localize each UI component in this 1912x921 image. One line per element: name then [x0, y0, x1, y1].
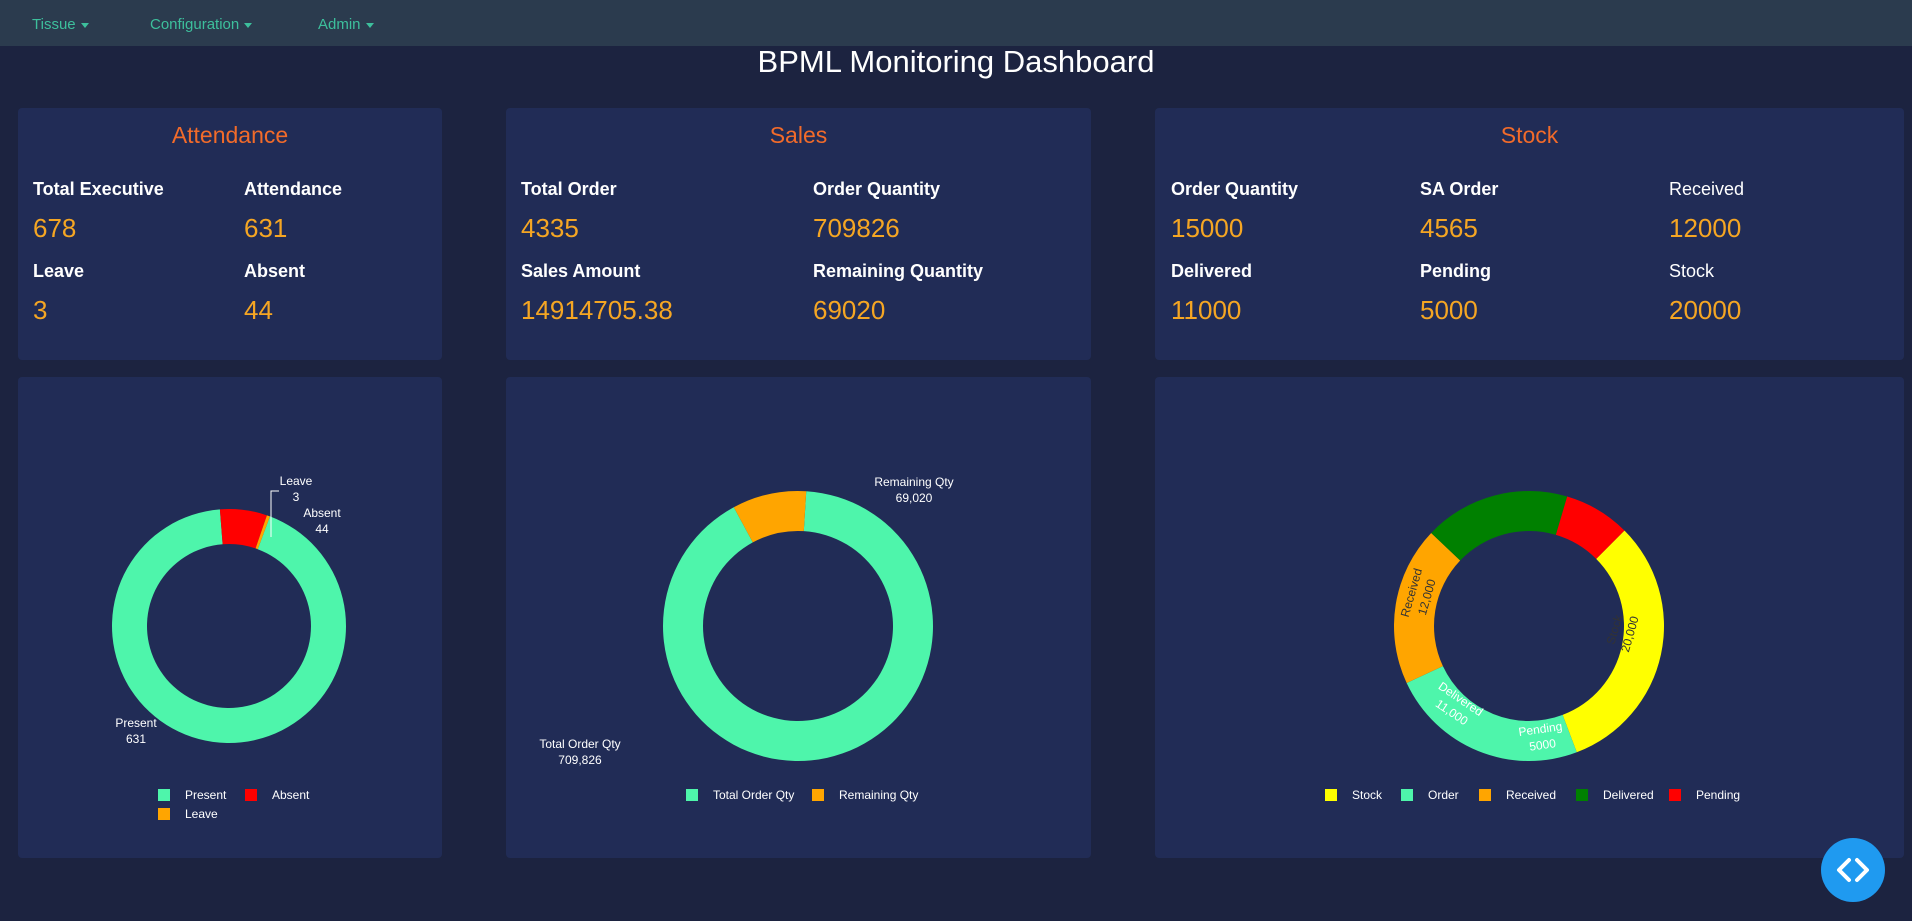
code-icon [1837, 858, 1869, 882]
slice-value-label: 631 [126, 732, 146, 746]
legend-item[interactable]: Received [1479, 788, 1556, 802]
stat-label: Remaining Quantity [813, 261, 984, 281]
slice-value-label: 44 [315, 522, 329, 536]
legend-label: Delivered [1603, 788, 1654, 802]
attendance-chart-card: Present 631 Absent 44 Leave 3 Present Absent Lea… [18, 377, 442, 858]
stat-value: 3 [33, 295, 48, 325]
stat-value: 15000 [1171, 213, 1244, 243]
stat-value: 709826 [813, 213, 900, 243]
legend-swatch [158, 789, 170, 801]
stat-value: 4565 [1420, 213, 1478, 243]
slice-delivered[interactable] [1431, 491, 1568, 561]
stat-label: Attendance [244, 179, 343, 199]
legend-swatch [1479, 789, 1491, 801]
legend-label: Present [185, 788, 227, 802]
legend-swatch [686, 789, 698, 801]
stat-value: 14914705.38 [521, 295, 673, 325]
stat-value: 4335 [521, 213, 579, 243]
nav-item-label: Tissue [32, 16, 76, 33]
slice-present[interactable] [112, 509, 347, 743]
nav-item-tissue[interactable]: Tissue [32, 16, 89, 33]
sales-chart-card: Total Order Qty 709,826 Remaining Qty 69,02… [506, 377, 1091, 858]
slice-value-label: 69,020 [896, 491, 933, 505]
slice-value-label: 709,826 [558, 753, 602, 767]
attendance-title: Attendance [171, 122, 289, 148]
nav-item-label: Configuration [150, 16, 240, 33]
stat-label: Order Quantity [1171, 179, 1299, 199]
code-toggle-button[interactable] [1821, 838, 1885, 902]
top-navbar: Tissue Configuration Admin [0, 0, 1912, 46]
slice-total-order-qty[interactable] [663, 491, 934, 761]
stat-label: Delivered [1171, 261, 1253, 281]
stat-label: Leave [33, 261, 85, 281]
legend-swatch [245, 789, 257, 801]
slice-value-label: 3 [293, 490, 300, 504]
legend-label: Remaining Qty [839, 788, 918, 802]
legend-item[interactable]: Total Order Qty [686, 788, 794, 802]
slice-label: Remaining Qty [874, 475, 953, 489]
stat-value: 69020 [813, 295, 886, 325]
stat-label: Total Order [521, 179, 617, 199]
stat-value: 678 [33, 213, 77, 243]
legend-item[interactable]: Absent [245, 788, 310, 802]
legend-item[interactable]: Stock [1325, 788, 1383, 802]
stat-value: 5000 [1420, 295, 1478, 325]
page-title: BPML Monitoring Dashboard [757, 44, 1155, 79]
legend-item[interactable]: Remaining Qty [812, 788, 918, 802]
stock-title: Stock [1500, 122, 1559, 148]
legend-swatch [1576, 789, 1588, 801]
legend-item[interactable]: Delivered [1576, 788, 1654, 802]
stat-label: SA Order [1420, 179, 1499, 199]
legend-item[interactable]: Present [158, 788, 227, 802]
slice-label: Absent [303, 506, 341, 520]
legend-label: Absent [272, 788, 310, 802]
stat-label: Total Executive [33, 179, 164, 199]
stat-value: 631 [244, 213, 288, 243]
nav-item-label: Admin [318, 16, 361, 33]
legend-label: Total Order Qty [713, 788, 794, 802]
stat-label: Received [1669, 179, 1745, 199]
stat-value: 44 [244, 295, 273, 325]
stock-donut-chart: Stock20,000Order15,000Received12,000Deli… [1325, 491, 1740, 802]
caret-down-icon [80, 22, 89, 28]
slice-label: Present [115, 716, 157, 730]
legend-label: Order [1428, 788, 1459, 802]
stat-value: 20000 [1669, 295, 1742, 325]
legend-swatch [158, 808, 170, 820]
stat-label: Absent [244, 261, 306, 281]
stat-label: Sales Amount [521, 261, 641, 281]
nav-item-configuration[interactable]: Configuration [150, 16, 253, 33]
stat-label: Order Quantity [813, 179, 941, 199]
legend-label: Pending [1696, 788, 1740, 802]
stat-value: 11000 [1171, 295, 1242, 325]
sales-donut-chart: Total Order Qty 709,826 Remaining Qty 69,02… [539, 475, 953, 802]
stock-chart-card: Stock20,000Order15,000Received12,000Deli… [1155, 377, 1904, 858]
legend-item[interactable]: Pending [1669, 788, 1740, 802]
slice-label: Total Order Qty [539, 737, 620, 751]
sales-title: Sales [769, 122, 828, 148]
legend-label: Received [1506, 788, 1556, 802]
legend-item[interactable]: Leave [158, 807, 218, 821]
legend-swatch [1669, 789, 1681, 801]
caret-down-icon [244, 22, 253, 28]
legend-swatch [1325, 789, 1337, 801]
attendance-donut-chart: Present 631 Absent 44 Leave 3 Present Absent Lea… [112, 474, 347, 821]
caret-down-icon [365, 22, 374, 28]
stat-label: Pending [1420, 261, 1491, 281]
slice-label: Leave [280, 474, 313, 488]
stat-label: Stock [1669, 261, 1715, 281]
legend-item[interactable]: Order [1401, 788, 1459, 802]
legend-swatch [1401, 789, 1413, 801]
nav-item-admin[interactable]: Admin [318, 16, 374, 33]
legend-swatch [812, 789, 824, 801]
stat-value: 12000 [1669, 213, 1742, 243]
legend-label: Leave [185, 807, 218, 821]
legend-label: Stock [1352, 788, 1383, 802]
